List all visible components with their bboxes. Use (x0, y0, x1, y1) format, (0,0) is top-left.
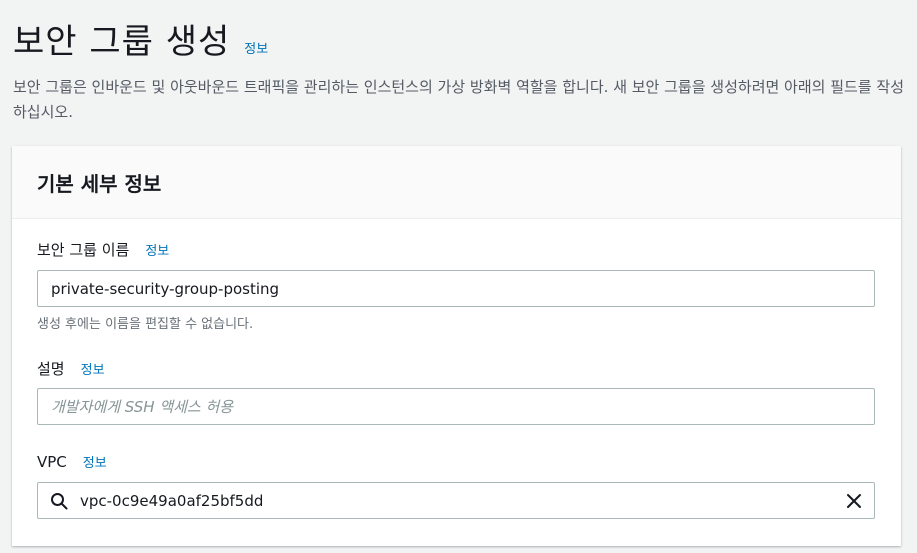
close-icon[interactable] (846, 493, 862, 509)
name-field-label: 보안 그룹 이름 (37, 241, 130, 259)
description-input[interactable]: 개발자에게 SSH 액세스 허용 (37, 388, 875, 425)
page-info-link[interactable]: 정보 (244, 38, 268, 57)
description-info-link[interactable]: 정보 (81, 359, 105, 378)
security-group-name-value: private-security-group-posting (51, 279, 280, 298)
vpc-field-label-row: VPC 정보 (37, 452, 107, 471)
description-placeholder: 개발자에게 SSH 액세스 허용 (51, 398, 234, 416)
page-header: 보안 그룹 생성 정보 (13, 14, 268, 63)
name-constraint-text: 생성 후에는 이름을 편집할 수 없습니다. (37, 317, 254, 332)
description-field-label: 설명 (37, 360, 65, 378)
page-title: 보안 그룹 생성 (13, 22, 231, 62)
vpc-search-input[interactable]: vpc-0c9e49a0af25bf5dd (37, 482, 875, 519)
name-info-link[interactable]: 정보 (145, 240, 169, 259)
basic-details-panel: 기본 세부 정보 보안 그룹 이름 정보 private-security-gr… (12, 146, 901, 546)
description-field-label-row: 설명 정보 (37, 358, 105, 379)
vpc-value: vpc-0c9e49a0af25bf5dd (80, 491, 264, 510)
security-group-name-input[interactable]: private-security-group-posting (37, 270, 875, 307)
vpc-info-link[interactable]: 정보 (83, 452, 107, 471)
name-field-label-row: 보안 그룹 이름 정보 (37, 239, 169, 260)
search-icon (51, 493, 68, 510)
create-security-group-page: 보안 그룹 생성 정보 보안 그룹은 인바운드 및 아웃바운드 트래픽을 관리하… (0, 0, 917, 553)
panel-title: 기본 세부 정보 (37, 171, 162, 196)
vpc-field-label: VPC (37, 453, 67, 471)
page-description: 보안 그룹은 인바운드 및 아웃바운드 트래픽을 관리하는 인스턴스의 가상 방… (13, 78, 904, 121)
panel-header: 기본 세부 정보 (12, 146, 901, 219)
